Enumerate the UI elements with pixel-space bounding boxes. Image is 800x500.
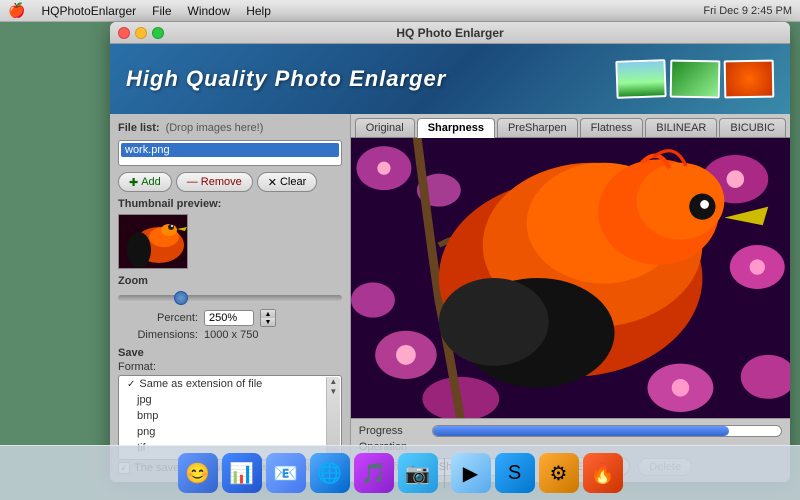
save-label: Save bbox=[118, 347, 342, 359]
zoom-percent-row: Percent: ▲ ▼ bbox=[128, 309, 342, 327]
add-button[interactable]: ✚ Add bbox=[118, 172, 172, 192]
tab-bilinear[interactable]: BILINEAR bbox=[645, 118, 717, 137]
dock-dashboard[interactable]: 📊 bbox=[222, 453, 262, 493]
scroll-down-arrow[interactable]: ▼ bbox=[329, 387, 337, 397]
bird-image-svg bbox=[351, 138, 790, 418]
dock-mail[interactable]: 📧 bbox=[266, 453, 306, 493]
right-panel: Original Sharpness PreSharpen Flatness B… bbox=[351, 114, 790, 482]
clear-icon: ✕ bbox=[268, 176, 277, 189]
main-content: File list: (Drop images here!) work.png … bbox=[110, 114, 790, 482]
dock: 😊 📊 📧 🌐 🎵 📷 ▶ S ⚙ 🔥 bbox=[0, 445, 800, 500]
zoom-percent-input[interactable] bbox=[204, 310, 254, 326]
tab-bicubic[interactable]: BICUBIC bbox=[719, 118, 786, 137]
help-menu[interactable]: Help bbox=[246, 4, 271, 18]
minus-icon: — bbox=[187, 176, 198, 188]
progress-label: Progress bbox=[359, 425, 424, 437]
header-photo-2 bbox=[670, 60, 721, 99]
left-panel: File list: (Drop images here!) work.png … bbox=[110, 114, 351, 482]
remove-label: Remove bbox=[201, 176, 242, 188]
stepper-down[interactable]: ▼ bbox=[261, 318, 275, 326]
plus-icon: ✚ bbox=[129, 176, 138, 189]
zoom-button[interactable] bbox=[152, 27, 164, 39]
file-list-header: File list: (Drop images here!) bbox=[118, 122, 342, 134]
zoom-label: Zoom bbox=[118, 275, 342, 287]
header-photo-3 bbox=[724, 60, 775, 99]
zoom-slider-track[interactable] bbox=[118, 295, 342, 301]
format-label: Format: bbox=[118, 361, 342, 373]
tab-presharpen[interactable]: PreSharpen bbox=[497, 118, 578, 137]
header-title: High Quality Photo Enlarger bbox=[126, 66, 446, 92]
dock-skype[interactable]: S bbox=[495, 453, 535, 493]
dock-quicktime[interactable]: ▶ bbox=[451, 453, 491, 493]
header-banner: High Quality Photo Enlarger bbox=[110, 44, 790, 114]
zoom-section: Zoom Percent: ▲ ▼ Dimensions: bbox=[118, 275, 342, 341]
image-preview bbox=[351, 138, 790, 418]
thumbnail-section: Thumbnail preview: bbox=[118, 198, 342, 269]
file-list-hint: (Drop images here!) bbox=[166, 122, 264, 134]
add-label: Add bbox=[141, 176, 161, 188]
tabs-bar: Original Sharpness PreSharpen Flatness B… bbox=[351, 114, 790, 138]
format-option-jpg[interactable]: jpg bbox=[119, 392, 341, 408]
dock-misc1[interactable]: ⚙ bbox=[539, 453, 579, 493]
apple-menu[interactable]: 🍎 bbox=[8, 2, 25, 19]
zoom-dimensions-row: Dimensions: 1000 x 750 bbox=[128, 329, 342, 341]
titlebar: HQ Photo Enlarger bbox=[110, 22, 790, 44]
thumbnail-bird-svg bbox=[119, 215, 188, 269]
menubar-datetime: Fri Dec 9 2:45 PM bbox=[703, 5, 792, 17]
clear-button[interactable]: ✕ Clear bbox=[257, 172, 318, 192]
clear-label: Clear bbox=[280, 176, 306, 188]
menubar-right: Fri Dec 9 2:45 PM bbox=[703, 5, 792, 17]
zoom-slider-thumb[interactable] bbox=[174, 291, 188, 305]
scroll-up-arrow[interactable]: ▲ bbox=[329, 377, 337, 387]
menubar: 🍎 HQPhotoEnlarger File Window Help Fri D… bbox=[0, 0, 800, 22]
dock-finder[interactable]: 😊 bbox=[178, 453, 218, 493]
tab-flatness[interactable]: Flatness bbox=[580, 118, 644, 137]
stepper-up[interactable]: ▲ bbox=[261, 310, 275, 318]
zoom-stepper[interactable]: ▲ ▼ bbox=[260, 309, 276, 327]
file-menu[interactable]: File bbox=[152, 4, 171, 18]
dock-safari[interactable]: 🌐 bbox=[310, 453, 350, 493]
progress-row: Progress bbox=[359, 425, 782, 437]
file-item[interactable]: work.png bbox=[121, 143, 339, 157]
dock-itunes[interactable]: 🎵 bbox=[354, 453, 394, 493]
file-list-box[interactable]: work.png bbox=[118, 140, 342, 166]
format-option-png[interactable]: png bbox=[119, 424, 341, 440]
remove-button[interactable]: — Remove bbox=[176, 172, 253, 192]
window-menu[interactable]: Window bbox=[188, 4, 231, 18]
main-window: HQ Photo Enlarger High Quality Photo Enl… bbox=[110, 22, 790, 482]
dock-iphoto[interactable]: 📷 bbox=[398, 453, 438, 493]
app-name: HQPhotoEnlarger bbox=[41, 4, 136, 18]
zoom-percent-label: Percent: bbox=[128, 312, 198, 324]
zoom-dimensions-value: 1000 x 750 bbox=[204, 329, 258, 341]
button-row: ✚ Add — Remove ✕ Clear bbox=[118, 172, 342, 192]
header-photo-1 bbox=[615, 59, 666, 99]
close-button[interactable] bbox=[118, 27, 130, 39]
dock-misc2[interactable]: 🔥 bbox=[583, 453, 623, 493]
progress-bar bbox=[433, 426, 729, 436]
format-option-bmp[interactable]: bmp bbox=[119, 408, 341, 424]
format-option-same[interactable]: Same as extension of file bbox=[119, 376, 341, 392]
zoom-dimensions-label: Dimensions: bbox=[128, 329, 198, 341]
file-list-label: File list: bbox=[118, 122, 160, 134]
progress-bar-container bbox=[432, 425, 782, 437]
header-photos bbox=[616, 60, 774, 98]
zoom-info: Percent: ▲ ▼ Dimensions: 1000 x 750 bbox=[118, 309, 342, 341]
tab-sharpness[interactable]: Sharpness bbox=[417, 118, 495, 138]
tab-original[interactable]: Original bbox=[355, 118, 415, 137]
thumbnail-preview bbox=[118, 214, 188, 269]
window-title: HQ Photo Enlarger bbox=[396, 26, 503, 40]
thumbnail-label: Thumbnail preview: bbox=[118, 198, 342, 210]
traffic-lights bbox=[118, 27, 164, 39]
minimize-button[interactable] bbox=[135, 27, 147, 39]
dock-divider bbox=[444, 458, 445, 488]
